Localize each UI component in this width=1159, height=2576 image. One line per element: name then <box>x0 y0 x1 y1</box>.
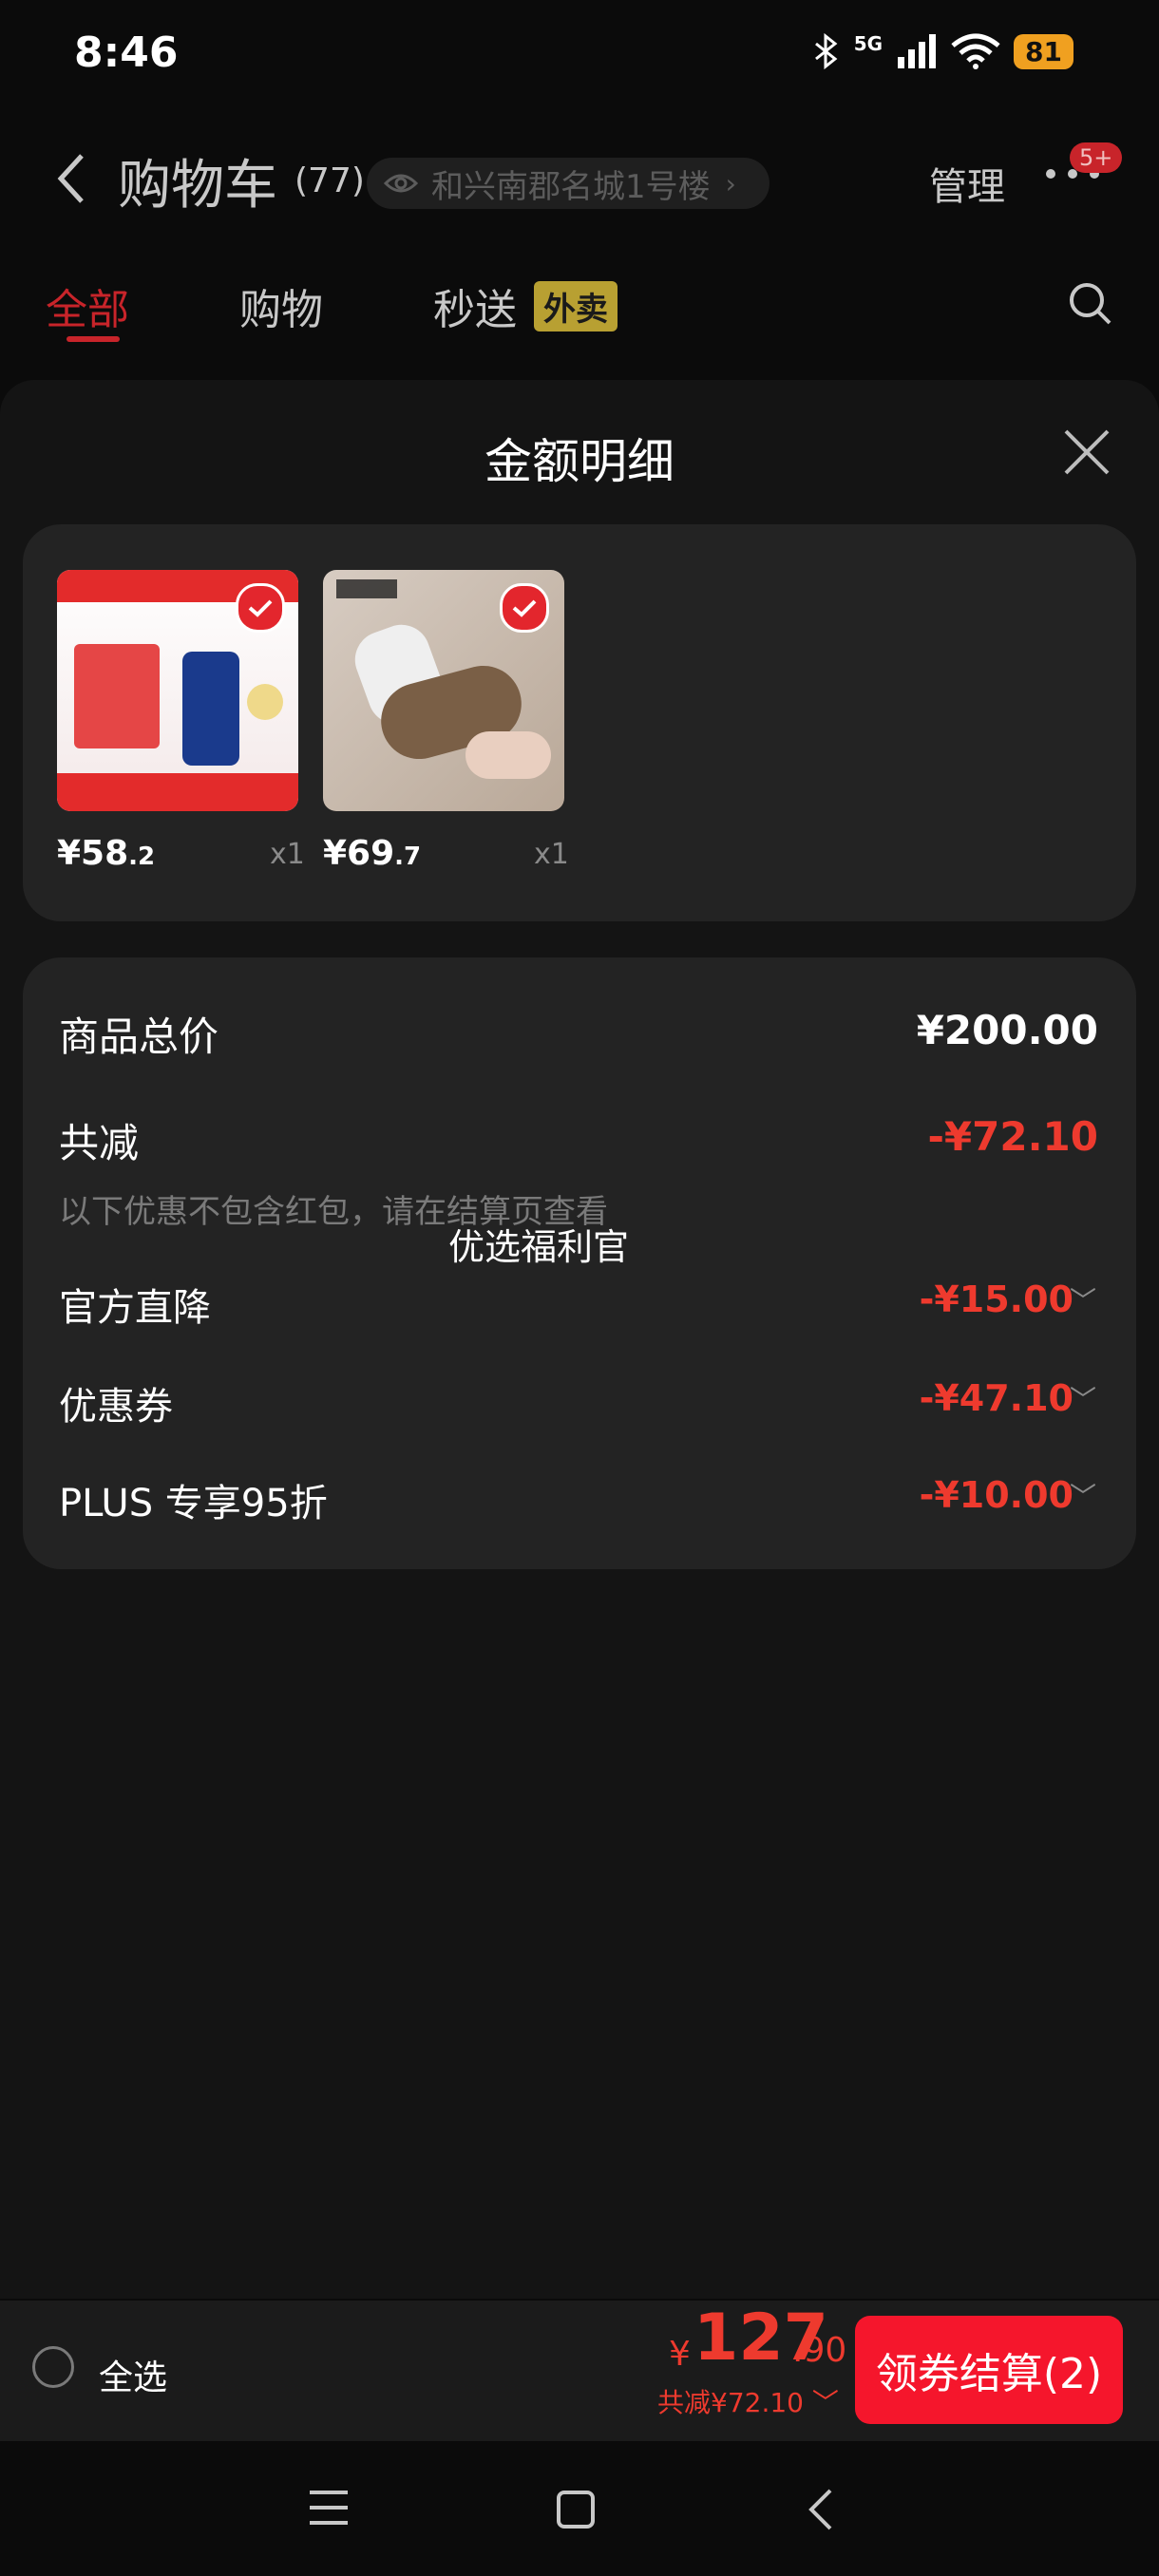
sheet-title: 金额明细 <box>484 434 674 489</box>
chevron-down-icon[interactable]: ﹀ <box>1070 1280 1096 1318</box>
tab-underline <box>66 336 120 342</box>
chevron-down-icon[interactable]: ﹀ <box>1070 1476 1096 1514</box>
signal-icon <box>898 34 937 68</box>
total-price-value: ¥200.00 <box>916 1007 1098 1053</box>
checkout-button[interactable]: 领券结算(2) <box>855 2316 1123 2424</box>
tab-all[interactable]: 全部 <box>46 275 129 336</box>
plus-discount-label: PLUS 专享95折 <box>59 1482 328 1525</box>
total-decimal: .90 <box>792 2331 847 2370</box>
address-selector[interactable]: 和兴南郡名城1号楼 › <box>367 158 770 209</box>
wifi-icon <box>951 33 1000 69</box>
select-all-label[interactable]: 全选 <box>99 2350 167 2399</box>
tab-instant-delivery[interactable]: 秒送 <box>433 275 517 336</box>
discount-value: -¥72.10 <box>927 1113 1098 1160</box>
overlay-text: 优选福利官 <box>448 1226 630 1268</box>
battery-indicator: 81 <box>1014 33 1074 69</box>
more-badge: 5+ <box>1070 142 1123 173</box>
total-price-label: 商品总价 <box>59 1013 219 1060</box>
search-icon[interactable] <box>1068 281 1113 327</box>
manage-button[interactable]: 管理 <box>929 156 1005 211</box>
product-image-1[interactable] <box>57 570 298 811</box>
status-icons: 5G 81 <box>812 32 1074 70</box>
page-title: 购物车 <box>118 155 277 217</box>
status-time: 8:46 <box>74 28 179 77</box>
network-label: 5G <box>853 32 884 55</box>
total-currency: ¥ <box>669 2335 691 2374</box>
eye-icon <box>384 174 418 193</box>
total-saved[interactable]: 共减¥72.10 ﹀ <box>657 2382 839 2420</box>
official-discount-value: -¥15.00 <box>919 1279 1074 1320</box>
tab-shopping[interactable]: 购物 <box>239 275 323 336</box>
chevron-right-icon: › <box>725 167 736 199</box>
official-discount-label: 官方直降 <box>59 1286 211 1330</box>
address-text: 和兴南郡名城1号楼 <box>431 167 711 206</box>
chevron-down-icon[interactable]: ﹀ <box>1070 1379 1096 1417</box>
back-icon[interactable] <box>57 152 86 205</box>
selected-check-icon[interactable] <box>500 583 549 633</box>
takeout-tag: 外卖 <box>534 281 618 331</box>
system-nav-bar <box>0 2441 1159 2576</box>
product-qty-1: x1 <box>270 838 305 871</box>
product-qty-2: x1 <box>534 838 569 871</box>
plus-discount-value: -¥10.00 <box>919 1474 1074 1516</box>
close-icon[interactable] <box>1062 427 1112 477</box>
selected-check-icon[interactable] <box>236 583 285 633</box>
bluetooth-icon <box>814 32 838 70</box>
coupon-value: -¥47.10 <box>919 1377 1074 1419</box>
cart-count: (77) <box>294 161 365 200</box>
home-icon[interactable] <box>555 2489 597 2530</box>
coupon-label: 优惠券 <box>59 1385 173 1429</box>
product-price-1: ¥58.2 <box>57 834 156 873</box>
discount-label: 共减 <box>59 1120 140 1166</box>
back-nav-icon[interactable] <box>806 2487 834 2532</box>
menu-icon[interactable] <box>308 2489 350 2527</box>
select-all-radio[interactable] <box>32 2346 74 2388</box>
product-price-2: ¥69.7 <box>323 834 422 873</box>
product-image-2[interactable] <box>323 570 564 811</box>
chevron-down-icon: ﹀ <box>811 2387 839 2418</box>
